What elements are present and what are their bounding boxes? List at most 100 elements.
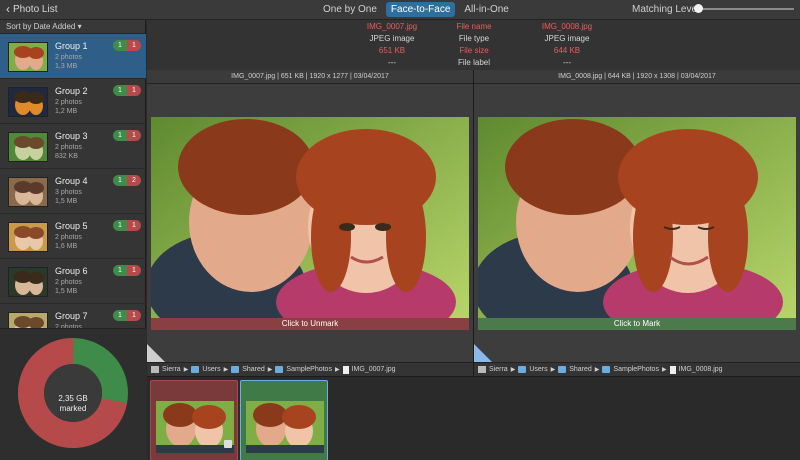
right-file-type: JPEG image <box>544 34 590 43</box>
mode-face-to-face[interactable]: Face-to-Face <box>385 2 456 17</box>
path-item[interactable]: Shared <box>569 363 592 377</box>
path-item[interactable]: SamplePhotos <box>286 363 332 377</box>
disk-icon <box>478 366 486 373</box>
group-thumbnail <box>8 222 48 252</box>
slider-thumb[interactable] <box>694 4 703 13</box>
thumbnail-marked[interactable] <box>150 380 238 460</box>
folder-icon <box>558 366 567 373</box>
group-item[interactable]: Group 2 2 photos 1,2 MB 1 1 <box>0 79 146 124</box>
group-item[interactable]: Group 1 2 photos 1,3 MB 1 1 <box>0 34 146 79</box>
path-item[interactable]: SamplePhotos <box>613 363 659 377</box>
right-image-header: IMG_0008.jpg | 644 KB | 1920 x 1308 | 03… <box>474 70 800 84</box>
back-label: Photo List <box>13 3 58 15</box>
group-item[interactable]: Group 6 2 photos 1,5 MB 1 1 <box>0 259 146 304</box>
chevron-left-icon: ‹ <box>6 2 10 16</box>
pane-divider[interactable] <box>473 70 474 376</box>
group-size: 1,3 MB <box>55 63 78 70</box>
marked-count-badge: 1 <box>127 85 141 96</box>
folder-icon <box>275 366 284 373</box>
marked-label: marked <box>59 404 87 413</box>
kept-count-badge: 1 <box>113 40 127 51</box>
thumbnail-kept[interactable] <box>240 380 328 460</box>
left-image-header: IMG_0007.jpg | 651 KB | 1920 x 1277 | 03… <box>147 70 473 84</box>
path-item[interactable]: Sierra <box>489 363 508 377</box>
group-item[interactable]: Group 5 2 photos 1,6 MB 1 1 <box>0 214 146 259</box>
marked-count-badge: 1 <box>127 220 141 231</box>
group-size: 1,6 MB <box>55 243 78 250</box>
marked-summary: 2,35 GB marked <box>0 328 146 460</box>
kept-count-badge: 1 <box>113 130 127 141</box>
group-badges: 11 <box>113 40 141 51</box>
group-photo-count: 3 photos <box>55 189 82 196</box>
chevron-down-icon: ▾ <box>77 22 82 31</box>
group-badges: 11 <box>113 220 141 231</box>
group-photo-count: 2 photos <box>55 99 82 106</box>
left-image-pane[interactable]: Click to Unmark <box>147 84 473 362</box>
marked-count-badge: 1 <box>127 40 141 51</box>
left-file-size: 651 KB <box>378 46 406 55</box>
group-item[interactable]: Group 72 photos1,5 MB11 <box>0 304 146 328</box>
right-file-size: 644 KB <box>553 46 581 55</box>
file-icon <box>342 365 349 374</box>
group-size: 1,5 MB <box>55 198 78 205</box>
group-thumbnail <box>8 132 48 162</box>
folder-icon <box>191 366 200 373</box>
group-name: Group 6 <box>55 266 88 276</box>
marked-donut-chart <box>18 338 128 448</box>
sort-label: Sort by Date Added <box>6 22 76 31</box>
label-file-size: File size <box>459 46 489 55</box>
group-name: Group 2 <box>55 86 88 96</box>
group-badges: 12 <box>113 175 141 186</box>
toolbar: ‹ Photo List One by One Face-to-Face All… <box>0 0 800 20</box>
left-file-label: --- <box>388 58 396 67</box>
mark-corner-indicator <box>147 344 165 362</box>
folder-icon <box>518 366 527 373</box>
trash-icon[interactable] <box>224 440 232 448</box>
thumbnail-image <box>246 401 324 453</box>
kept-count-badge: 1 <box>113 85 127 96</box>
path-separator-icon: ▶ <box>223 366 229 373</box>
group-thumbnail <box>8 87 48 117</box>
right-file-name: IMG_0008.jpg <box>541 22 593 31</box>
matching-level-slider[interactable] <box>694 4 794 13</box>
back-button[interactable]: ‹ Photo List <box>6 3 57 15</box>
group-name: Group 5 <box>55 221 88 231</box>
mode-one-by-one[interactable]: One by One <box>318 2 382 17</box>
right-photo <box>478 117 796 324</box>
path-item[interactable]: Users <box>202 363 220 377</box>
path-item[interactable]: Users <box>529 363 547 377</box>
comparison-info: IMG_0007.jpg File name IMG_0008.jpg JPEG… <box>147 20 800 70</box>
group-thumbnail <box>8 42 48 72</box>
mark-button[interactable]: Click to Mark <box>478 318 796 330</box>
path-separator-icon: ▶ <box>334 366 340 373</box>
path-separator-icon: ▶ <box>594 366 600 373</box>
group-item[interactable]: Group 4 3 photos 1,5 MB 1 2 <box>0 169 146 214</box>
path-item[interactable]: Sierra <box>162 363 181 377</box>
sort-dropdown[interactable]: Sort by Date Added ▾ <box>0 20 145 34</box>
unmark-button[interactable]: Click to Unmark <box>151 318 469 330</box>
group-photo-count: 2 photos <box>55 54 82 61</box>
label-file-type: File type <box>458 34 490 43</box>
right-path-bar: Sierra ▶ Users ▶ Shared ▶ SamplePhotos ▶… <box>474 362 800 376</box>
group-badges: 11 <box>113 85 141 96</box>
marked-count-badge: 1 <box>127 310 141 321</box>
label-file-name: File name <box>456 22 492 31</box>
marked-count-badge: 1 <box>127 265 141 276</box>
folder-icon <box>231 366 240 373</box>
path-item[interactable]: IMG_0008.jpg <box>679 363 723 377</box>
group-thumbnail <box>8 312 48 328</box>
sidebar: Sort by Date Added ▾ Group 1 2 photos 1,3 … <box>0 20 146 460</box>
group-size: 1,2 MB <box>55 108 78 115</box>
path-separator-icon: ▶ <box>661 366 667 373</box>
kept-count-badge: 1 <box>113 220 127 231</box>
group-badges: 11 <box>113 265 141 276</box>
label-file-label: File label <box>457 58 490 67</box>
view-mode-switcher: One by One Face-to-Face All-in-One <box>318 2 514 17</box>
group-name: Group 7 <box>55 311 88 321</box>
path-item[interactable]: Shared <box>242 363 265 377</box>
mode-all-in-one[interactable]: All-in-One <box>459 2 513 17</box>
group-item[interactable]: Group 3 2 photos 832 KB 1 1 <box>0 124 146 169</box>
disk-icon <box>151 366 159 373</box>
right-image-pane[interactable]: Click to Mark <box>474 84 800 362</box>
path-item[interactable]: IMG_0007.jpg <box>352 363 396 377</box>
